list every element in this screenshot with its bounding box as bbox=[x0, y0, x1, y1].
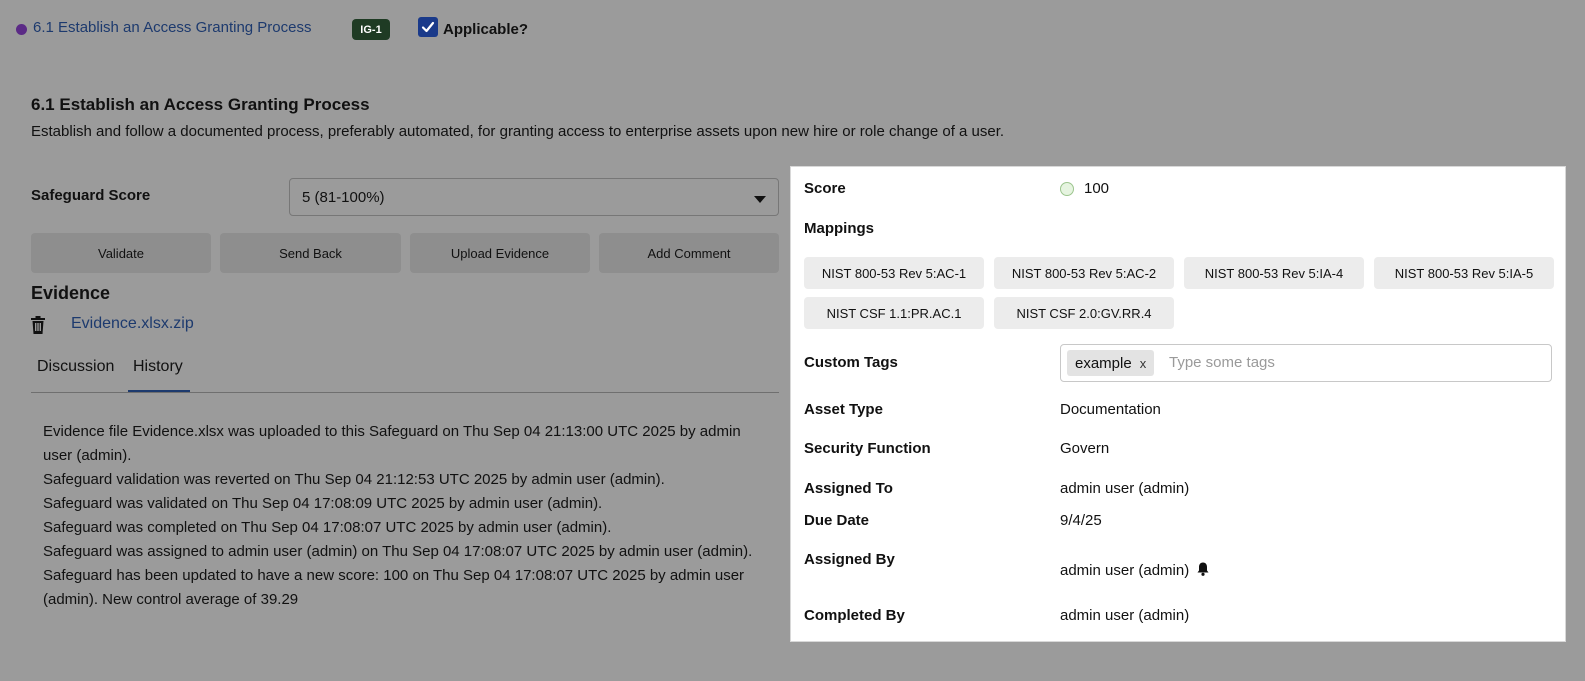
history-entry: Safeguard was completed on Thu Sep 04 17… bbox=[43, 519, 612, 536]
add-comment-button[interactable]: Add Comment bbox=[599, 233, 779, 273]
evidence-file-link[interactable]: Evidence.xlsx.zip bbox=[71, 315, 194, 333]
tag-label: example bbox=[1075, 354, 1132, 372]
safeguard-score-select[interactable]: 5 (81-100%) bbox=[289, 178, 779, 216]
tags-placeholder[interactable]: Type some tags bbox=[1169, 354, 1275, 371]
assigned-by-label: Assigned By bbox=[804, 551, 895, 568]
due-date-value: 9/4/25 bbox=[1060, 512, 1102, 529]
completed-by-value: admin user (admin) bbox=[1060, 607, 1190, 624]
applicable-checkbox[interactable] bbox=[418, 17, 438, 37]
mapping-chip[interactable]: NIST CSF 1.1:PR.AC.1 bbox=[804, 297, 984, 329]
mappings-label: Mappings bbox=[804, 220, 874, 237]
tab-history[interactable]: History bbox=[133, 358, 183, 376]
assigned-to-value: admin user (admin) bbox=[1060, 480, 1190, 497]
mapping-chip[interactable]: NIST 800-53 Rev 5:IA-5 bbox=[1374, 257, 1554, 289]
checkmark-icon bbox=[421, 21, 435, 33]
safeguard-link[interactable]: 6.1 Establish an Access Granting Process bbox=[33, 19, 311, 36]
details-panel: Score 100 Mappings NIST 800-53 Rev 5:AC-… bbox=[790, 166, 1566, 642]
tabs-divider bbox=[31, 392, 779, 393]
history-entry: Safeguard has been updated to have a new… bbox=[43, 567, 745, 608]
history-entry: Safeguard validation was reverted on Thu… bbox=[43, 471, 665, 488]
assigned-by-value: admin user (admin) bbox=[1060, 561, 1211, 579]
send-back-button[interactable]: Send Back bbox=[220, 233, 401, 273]
custom-tags-label: Custom Tags bbox=[804, 354, 898, 371]
upload-evidence-button[interactable]: Upload Evidence bbox=[410, 233, 590, 273]
mapping-chip[interactable]: NIST 800-53 Rev 5:AC-2 bbox=[994, 257, 1174, 289]
history-entry: Safeguard was validated on Thu Sep 04 17… bbox=[43, 495, 603, 512]
history-list: Evidence file Evidence.xlsx was uploaded… bbox=[43, 420, 771, 612]
ig-badge: IG-1 bbox=[352, 19, 390, 40]
safeguard-title: 6.1 Establish an Access Granting Process bbox=[31, 95, 370, 114]
chevron-down-icon bbox=[754, 196, 766, 203]
active-tab-indicator bbox=[128, 390, 190, 392]
bell-icon[interactable] bbox=[1195, 561, 1211, 577]
security-function-value: Govern bbox=[1060, 440, 1110, 457]
trash-icon[interactable] bbox=[30, 316, 46, 339]
asset-type-label: Asset Type bbox=[804, 401, 883, 418]
tag-remove-icon[interactable]: x bbox=[1140, 356, 1147, 371]
history-entry: Evidence file Evidence.xlsx was uploaded… bbox=[43, 423, 741, 464]
evidence-title: Evidence bbox=[31, 283, 111, 303]
safeguard-description: Establish and follow a documented proces… bbox=[31, 123, 1005, 140]
due-date-label: Due Date bbox=[804, 512, 870, 529]
status-dot bbox=[16, 24, 27, 35]
history-entry: Safeguard was assigned to admin user (ad… bbox=[43, 543, 753, 560]
mapping-chip[interactable]: NIST CSF 2.0:GV.RR.4 bbox=[994, 297, 1174, 329]
mapping-chip[interactable]: NIST 800-53 Rev 5:IA-4 bbox=[1184, 257, 1364, 289]
tag-chip: example x bbox=[1067, 350, 1155, 376]
mapping-chip[interactable]: NIST 800-53 Rev 5:AC-1 bbox=[804, 257, 984, 289]
completed-by-label: Completed By bbox=[804, 607, 905, 624]
safeguard-score-value: 5 (81-100%) bbox=[302, 189, 385, 206]
asset-type-value: Documentation bbox=[1060, 401, 1161, 418]
tab-discussion[interactable]: Discussion bbox=[37, 358, 114, 376]
custom-tags-input[interactable]: example x Type some tags bbox=[1060, 344, 1552, 382]
applicable-label: Applicable? bbox=[443, 21, 529, 38]
validate-button[interactable]: Validate bbox=[31, 233, 211, 273]
score-indicator-icon bbox=[1060, 182, 1074, 196]
assigned-by-name: admin user (admin) bbox=[1060, 562, 1190, 579]
safeguard-score-label: Safeguard Score bbox=[31, 187, 151, 204]
score-value: 100 bbox=[1084, 180, 1110, 197]
assigned-to-label: Assigned To bbox=[804, 480, 893, 497]
security-function-label: Security Function bbox=[804, 440, 931, 457]
score-label: Score bbox=[804, 180, 846, 197]
